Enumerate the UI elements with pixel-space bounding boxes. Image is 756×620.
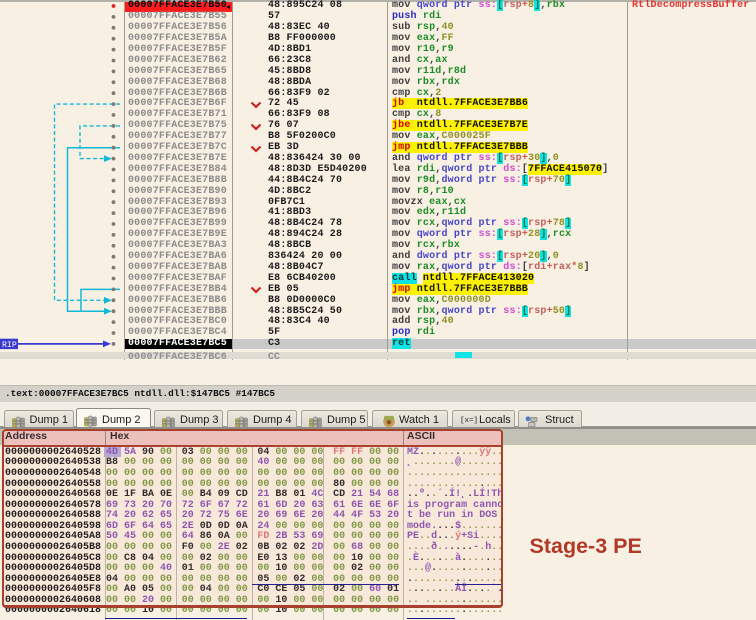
svg-text:RIP: RIP (2, 341, 17, 350)
